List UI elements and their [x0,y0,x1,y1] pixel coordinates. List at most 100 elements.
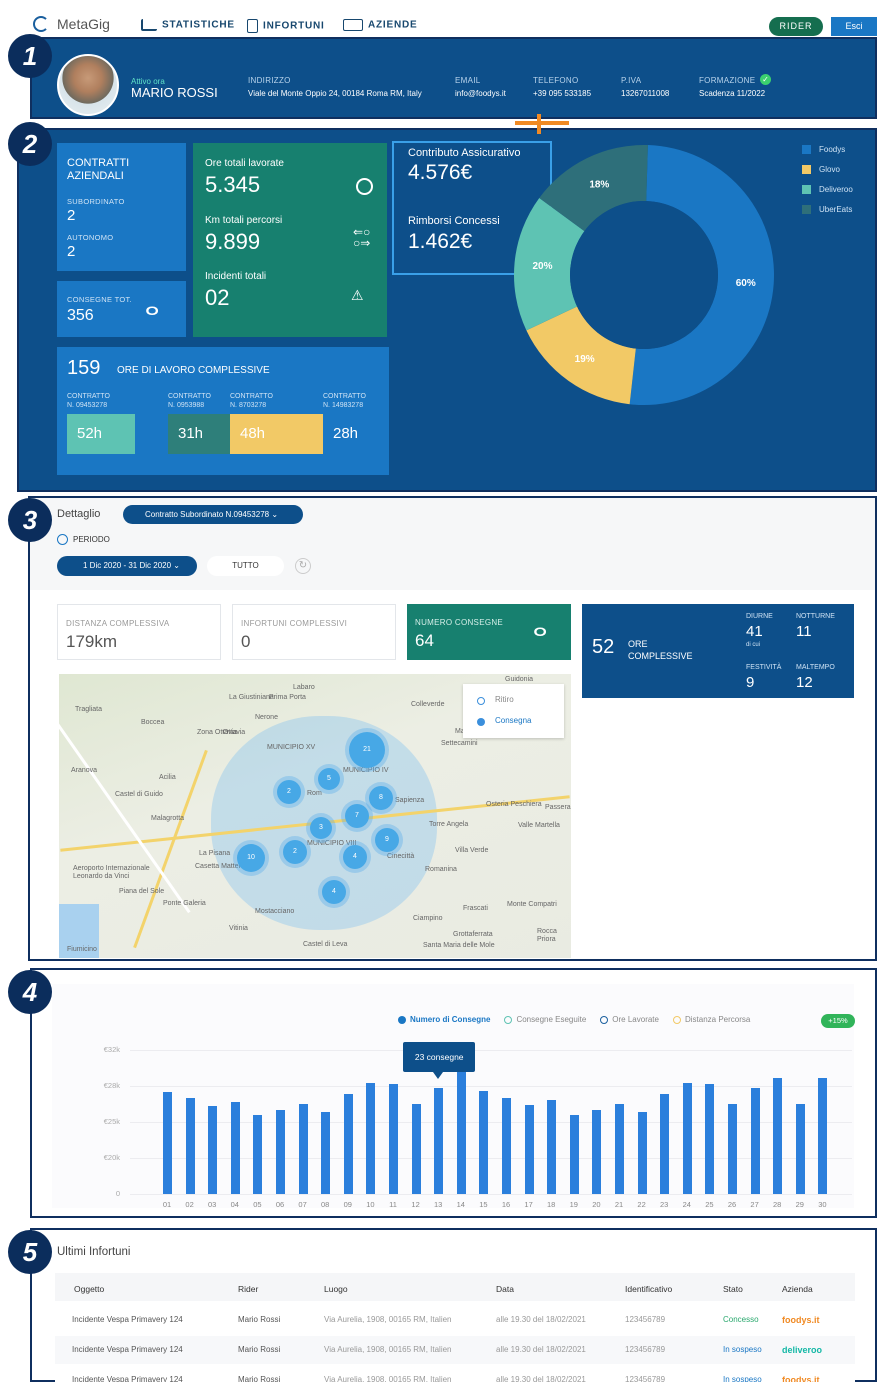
table-cell[interactable]: foodys.it [782,1375,820,1382]
nav-statistiche[interactable]: STATISTICHE [141,19,235,31]
map[interactable]: Tragliata Boccea Aranova Castel di Guido Mal… [59,674,571,958]
map-place-label: La Giustiniana [229,694,274,701]
bar[interactable] [795,1104,805,1194]
map-place-label: Romanina [425,866,457,873]
date-range-select[interactable]: 1 Dic 2020 - 31 Dic 2020 ⌄ [57,556,197,576]
map-place-label: Castel di Leva [303,941,348,948]
y-tick-label: €28k [103,1081,120,1090]
section-badge-4: 4 [8,970,52,1014]
map-place-label: Rom [307,790,322,797]
table-cell: Incidente Vespa Primavery 124 [72,1345,183,1354]
ore-label: Ore totali lavorate [205,158,284,169]
bar[interactable] [163,1092,172,1194]
section-badge-1: 1 [8,34,52,78]
map-cluster-marker[interactable]: 4 [343,845,367,869]
bar[interactable] [366,1083,376,1194]
refresh-icon[interactable]: ↻ [295,558,311,574]
table-cell: alle 19.30 del 18/02/2021 [496,1315,586,1324]
bar[interactable] [705,1084,715,1194]
x-tick-label: 29 [795,1200,804,1209]
bar[interactable] [569,1114,579,1194]
map-place-label: Settecamini [441,740,478,747]
bar[interactable] [682,1083,692,1194]
table-header-cell: Stato [723,1284,743,1294]
map-cluster-marker[interactable]: 7 [345,804,369,828]
piva-value: 13267011008 [621,89,670,98]
bar[interactable] [615,1104,624,1194]
bar[interactable] [411,1104,421,1194]
nav-infortuni[interactable]: INFORTUNI [247,19,325,33]
table-cell: alle 19.30 del 18/02/2021 [496,1345,586,1354]
bar[interactable] [298,1104,308,1194]
diurne-label: DIURNE [746,613,773,620]
ritiro-label: Ritiro [495,695,514,704]
bar[interactable] [185,1098,195,1194]
resize-handle[interactable] [515,121,569,125]
resize-handle-v[interactable] [537,114,541,134]
map-cluster-marker[interactable]: 8 [369,786,393,810]
bar[interactable] [547,1100,557,1194]
bar[interactable] [456,1071,466,1194]
map-cluster-marker[interactable]: 3 [310,817,332,839]
bar[interactable] [276,1110,285,1194]
clock-icon [356,178,373,195]
infortuni-label: INFORTUNI COMPLESSIVI [241,619,348,628]
table-cell: Via Aurelia, 1908, 00165 RM, Italien [324,1375,452,1382]
rimborsi-value: 1.462€ [408,230,473,253]
bar[interactable] [660,1094,670,1194]
bar[interactable] [389,1084,398,1194]
bar[interactable] [750,1088,760,1194]
map-place-label: Tragliata [75,706,102,713]
bar[interactable] [592,1110,602,1194]
map-cluster-marker[interactable]: 9 [375,828,399,852]
table-title: Ultimi Infortuni [57,1246,131,1258]
table-cell: Mario Rossi [238,1345,281,1354]
festivita-label: FESTIVITÀ [746,664,782,671]
map-cluster-marker[interactable]: 2 [277,780,301,804]
performance-tile: Ore totali lavorate 5.345 Km totali perc… [193,143,387,337]
bar[interactable] [343,1094,353,1194]
nav-aziende[interactable]: AZIENDE [343,19,418,31]
x-tick-label: 23 [660,1200,669,1209]
esci-button[interactable]: Esci [831,17,877,36]
consegna-icon [477,718,485,726]
bar[interactable] [773,1077,783,1194]
bar[interactable] [728,1104,737,1194]
table-cell: Concesso [723,1315,759,1324]
map-cluster-marker[interactable]: 10 [237,844,265,872]
rider-button[interactable]: RIDER [769,17,823,36]
map-place-label: Castel di Guido [115,791,163,798]
contract-select[interactable]: Contratto Subordinato N.09453278 ⌄ [123,505,303,524]
grid-line [130,1194,852,1195]
date-range-label: 1 Dic 2020 - 31 Dic 2020 [83,561,172,570]
notturne-label: NOTTURNE [796,613,835,620]
x-tick-label: 07 [298,1200,307,1209]
bar[interactable] [502,1098,511,1194]
map-cluster-marker[interactable]: 5 [318,768,340,790]
bar[interactable] [208,1106,218,1194]
bar[interactable] [253,1114,263,1194]
bar[interactable] [321,1112,331,1194]
bar[interactable] [479,1090,489,1194]
map-cluster-marker[interactable]: 21 [349,732,385,768]
table-header-cell: Rider [238,1284,259,1294]
map-place-label: Osteria Peschiera [486,801,542,808]
table-cell[interactable]: foodys.it [782,1315,820,1325]
bar[interactable] [818,1077,828,1194]
tutto-button[interactable]: TUTTO [207,556,284,576]
bar[interactable] [524,1105,534,1194]
bar-chart-icon [141,19,157,31]
bar[interactable] [434,1088,444,1194]
bar[interactable] [230,1101,240,1194]
app-logo[interactable]: MetaGig [57,16,110,32]
legend-label: Glovo [819,165,840,174]
bar[interactable] [637,1112,647,1194]
x-tick-label: 01 [162,1200,172,1209]
periodo-label: PERIODO [73,535,110,544]
map-cluster-marker[interactable]: 2 [283,840,307,864]
table-cell[interactable]: deliveroo [782,1345,822,1355]
email-value[interactable]: info@foodys.it [455,89,506,98]
map-cluster-marker[interactable]: 4 [322,880,346,904]
map-place-label: Passerano [545,804,571,811]
table-cell: Via Aurelia, 1908, 00165 RM, Italien [324,1345,452,1354]
